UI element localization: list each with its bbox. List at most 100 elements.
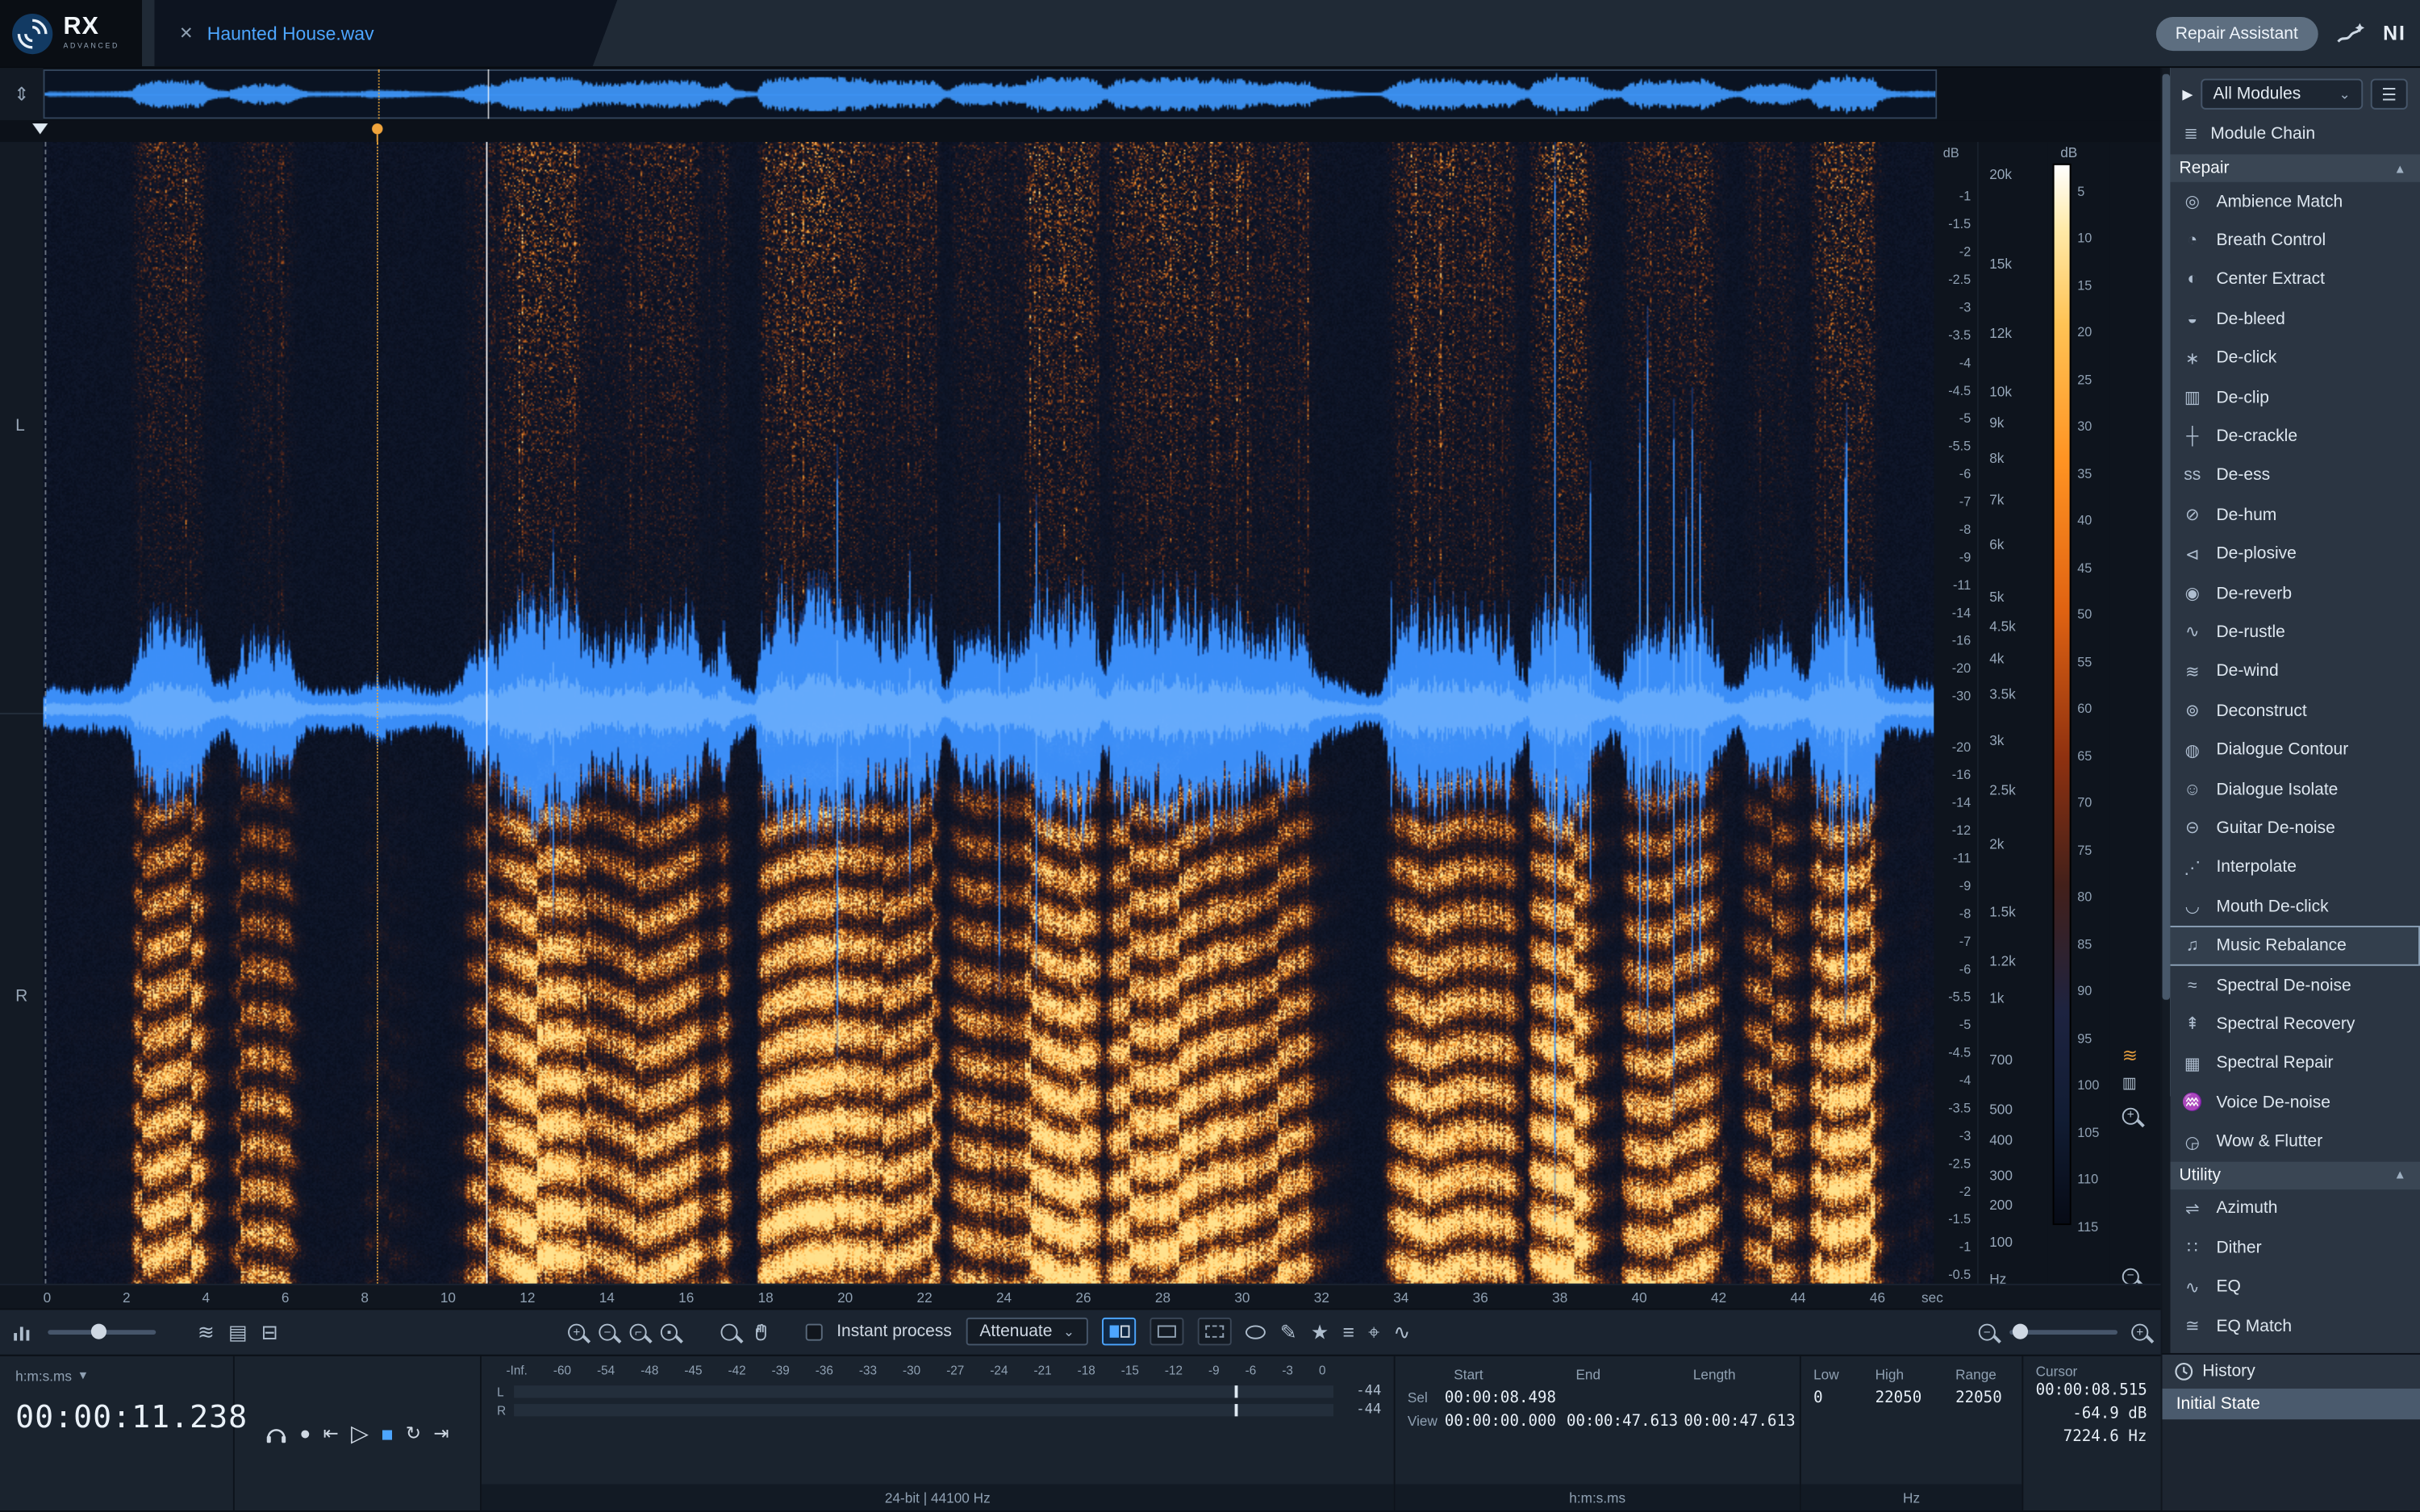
blend-slider[interactable] bbox=[48, 1330, 156, 1335]
magic-wand-tool-icon[interactable]: ★ bbox=[1311, 1322, 1329, 1343]
section-header-repair[interactable]: Repair▲ bbox=[2162, 154, 2420, 181]
colorbar-column[interactable]: dB 5101520253035404550556065707580859095… bbox=[2048, 142, 2110, 1284]
playhead-line[interactable] bbox=[486, 142, 488, 1284]
module-item-de-crackle[interactable]: ┼De-crackle bbox=[2162, 417, 2420, 456]
loop-start-marker-icon[interactable] bbox=[32, 123, 48, 134]
waveform-spectrogram-blend-icon[interactable] bbox=[12, 1323, 34, 1342]
go-to-end-button[interactable]: ⇥ bbox=[433, 1424, 449, 1443]
module-item-de-bleed[interactable]: ◒De-bleed bbox=[2162, 300, 2420, 339]
module-item-deconstruct[interactable]: ⊚Deconstruct bbox=[2162, 691, 2420, 731]
module-item-mouth-de-click[interactable]: ◡Mouth De-click bbox=[2162, 887, 2420, 927]
play-button[interactable]: ▷ bbox=[351, 1422, 369, 1445]
record-button[interactable]: ● bbox=[299, 1424, 311, 1443]
section-header-utility[interactable]: Utility▲ bbox=[2162, 1161, 2420, 1189]
sel-length-value[interactable] bbox=[1684, 1388, 1800, 1411]
freq-high-value[interactable]: 22050 bbox=[1876, 1388, 1955, 1411]
repair-assistant-button[interactable]: Repair Assistant bbox=[2155, 16, 2318, 50]
module-item-spectral-recovery[interactable]: ⇞Spectral Recovery bbox=[2162, 1005, 2420, 1044]
amplitude-colorbar[interactable] bbox=[2053, 163, 2072, 1224]
rewind-button[interactable]: ⇤ bbox=[323, 1424, 339, 1443]
view-length-value[interactable]: 00:00:47.613 bbox=[1684, 1410, 1800, 1434]
pointer-tool-icon[interactable]: ⌖ bbox=[1368, 1322, 1379, 1343]
module-item-eq-match[interactable]: ≅EQ Match bbox=[2162, 1306, 2420, 1346]
channel-gutter[interactable]: L R bbox=[0, 142, 44, 1284]
module-item-dither[interactable]: ∷Dither bbox=[2162, 1228, 2420, 1268]
loop-button[interactable]: ↻ bbox=[406, 1424, 421, 1443]
selection-mode-timefreq-button[interactable] bbox=[1150, 1318, 1184, 1346]
module-item-de-wind[interactable]: ≋De-wind bbox=[2162, 652, 2420, 692]
spectrogram-settings-icon[interactable]: ≋ bbox=[2122, 1046, 2138, 1064]
module-item-spectral-repair[interactable]: ▦Spectral Repair bbox=[2162, 1044, 2420, 1084]
monitor-button[interactable] bbox=[265, 1423, 287, 1443]
module-item-de-hum[interactable]: ⊘De-hum bbox=[2162, 495, 2420, 535]
module-menu-button[interactable]: ☰ bbox=[2371, 79, 2408, 110]
hzoom-slider[interactable] bbox=[2009, 1330, 2118, 1335]
module-item-interpolate[interactable]: ⋰Interpolate bbox=[2162, 848, 2420, 888]
zoom-fit-icon[interactable]: ▪ bbox=[661, 1323, 678, 1340]
module-item-wow-flutter[interactable]: ◶Wow & Flutter bbox=[2162, 1123, 2420, 1162]
overview-waveform[interactable] bbox=[44, 68, 1938, 120]
channel-right-label[interactable]: R bbox=[15, 987, 27, 1006]
module-item-dialogue-contour[interactable]: ◍Dialogue Contour bbox=[2162, 731, 2420, 770]
lasso-tool-icon[interactable] bbox=[1246, 1325, 1266, 1339]
time-ruler[interactable]: 0246810121416182022242628303234363840424… bbox=[0, 1284, 2161, 1308]
meters-section[interactable]: -Inf.-60-54-48-45-42-39-36-33-30-27-24-2… bbox=[482, 1356, 1396, 1510]
hzoom-in-icon[interactable]: + bbox=[2131, 1323, 2148, 1340]
overview-expand-icon[interactable]: ⇕ bbox=[0, 68, 44, 120]
channel-left-label[interactable]: L bbox=[15, 416, 25, 435]
brush-tool-icon[interactable]: ✎ bbox=[1280, 1322, 1297, 1343]
view-start-value[interactable]: 00:00:00.000 bbox=[1445, 1410, 1567, 1434]
vertical-zoom-out-icon[interactable]: − bbox=[2122, 1268, 2139, 1285]
module-item-eq[interactable]: ∿EQ bbox=[2162, 1268, 2420, 1307]
module-preview-icon[interactable]: ▶ bbox=[2182, 85, 2193, 102]
file-tab[interactable]: ✕ Haunted House.wav bbox=[154, 0, 617, 66]
module-chain-item[interactable]: ≣ Module Chain bbox=[2162, 119, 2420, 154]
module-item-voice-de-noise[interactable]: ♒Voice De-noise bbox=[2162, 1083, 2420, 1123]
amplitude-ruler[interactable]: dB -1-1.5-2-2.5-3-3.5-4-4.5-5-5.5-6-7-8-… bbox=[1934, 142, 1977, 1284]
module-item-de-click[interactable]: ∗De-click bbox=[2162, 339, 2420, 378]
time-format-label[interactable]: h:m:s.ms bbox=[15, 1368, 72, 1384]
module-item-ambience-match[interactable]: ◎Ambience Match bbox=[2162, 182, 2420, 222]
selection-unit-label[interactable]: h:m:s.ms bbox=[1396, 1485, 1800, 1511]
comment-icon[interactable]: ⊟ bbox=[261, 1322, 278, 1343]
stop-button[interactable]: ■ bbox=[381, 1423, 393, 1443]
multires-waves-icon[interactable]: ≋ bbox=[198, 1322, 215, 1343]
sel-start-value[interactable]: 00:00:08.498 bbox=[1445, 1388, 1567, 1411]
time-format-caret-icon[interactable]: ▾ bbox=[80, 1368, 87, 1385]
harmonics-tool-icon[interactable]: ≡ bbox=[1342, 1322, 1354, 1343]
repair-wand-icon[interactable] bbox=[2335, 19, 2366, 47]
spectrogram-view[interactable] bbox=[44, 142, 1934, 1284]
freq-low-value[interactable]: 0 bbox=[1813, 1388, 1876, 1411]
module-item-guitar-de-noise[interactable]: ⊝Guitar De-noise bbox=[2162, 809, 2420, 848]
zoom-selection-icon[interactable]: ⌐ bbox=[630, 1323, 647, 1340]
history-item[interactable]: Initial State bbox=[2162, 1389, 2420, 1419]
module-item-breath-control[interactable]: ◔Breath Control bbox=[2162, 221, 2420, 260]
selection-mode-free-button[interactable] bbox=[1198, 1318, 1232, 1346]
hzoom-out-icon[interactable]: − bbox=[1979, 1323, 1996, 1340]
frequency-ruler[interactable]: 20k15k12k10k9k8k7k6k5k4.5k4k3.5k3k2.5k2k… bbox=[1977, 142, 2048, 1284]
module-item-de-plosive[interactable]: ⊲De-plosive bbox=[2162, 535, 2420, 574]
module-item-de-rustle[interactable]: ∿De-rustle bbox=[2162, 613, 2420, 652]
module-item-de-clip[interactable]: ▥De-clip bbox=[2162, 378, 2420, 418]
module-filter-dropdown[interactable]: All Modules ⌄ bbox=[2201, 79, 2363, 110]
magnify-tool-icon[interactable] bbox=[721, 1323, 738, 1340]
vertical-zoom-in-icon[interactable]: + bbox=[2122, 1107, 2139, 1124]
tab-close-icon[interactable]: ✕ bbox=[179, 23, 194, 44]
zoom-out-icon[interactable]: − bbox=[599, 1323, 616, 1340]
document-icon[interactable]: ▤ bbox=[228, 1322, 248, 1343]
hand-tool-icon[interactable] bbox=[752, 1322, 772, 1343]
meter-tap-icon[interactable]: ▥ bbox=[2122, 1077, 2137, 1092]
selection-marker-icon[interactable] bbox=[372, 123, 382, 134]
instant-process-checkbox[interactable] bbox=[806, 1323, 823, 1340]
sel-end-value[interactable] bbox=[1567, 1388, 1684, 1411]
attenuate-dropdown[interactable]: Attenuate ⌄ bbox=[966, 1318, 1088, 1346]
module-item-azimuth[interactable]: ⇌Azimuth bbox=[2162, 1189, 2420, 1229]
freq-unit-label[interactable]: Hz bbox=[1801, 1485, 2022, 1511]
module-item-music-rebalance[interactable]: ♫Music Rebalance bbox=[2162, 927, 2420, 966]
selection-mode-time-button[interactable] bbox=[1103, 1318, 1137, 1346]
module-item-de-reverb[interactable]: ◉De-reverb bbox=[2162, 574, 2420, 614]
module-item-dialogue-isolate[interactable]: ☺Dialogue Isolate bbox=[2162, 769, 2420, 809]
module-item-de-ess[interactable]: ssDe-ess bbox=[2162, 456, 2420, 496]
marker-lane[interactable] bbox=[0, 120, 2161, 141]
module-item-spectral-de-noise[interactable]: ≈Spectral De-noise bbox=[2162, 965, 2420, 1005]
